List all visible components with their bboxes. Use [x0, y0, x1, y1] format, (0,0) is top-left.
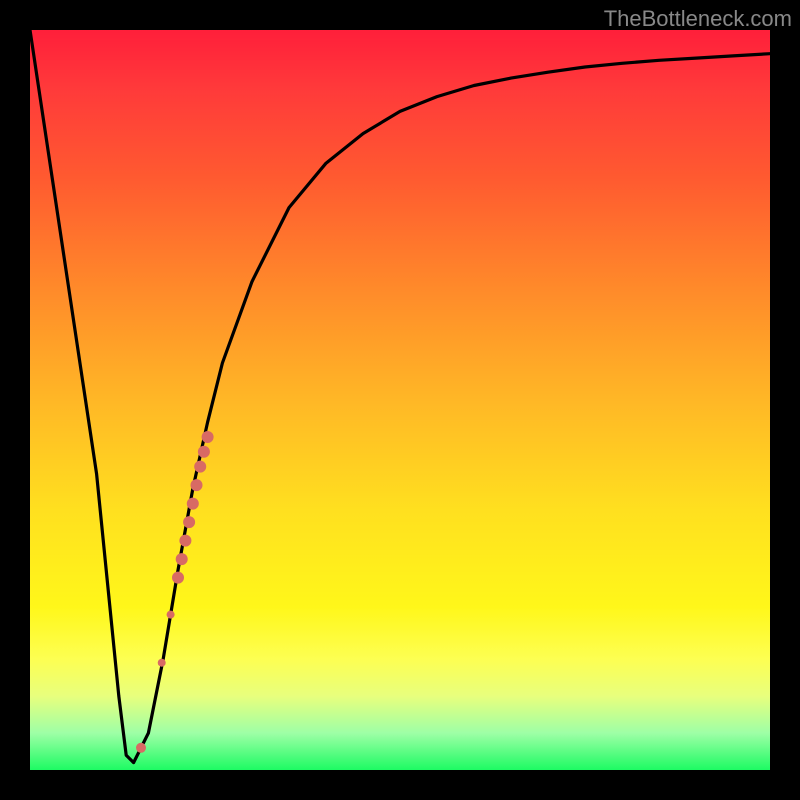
data-marker — [183, 516, 195, 528]
data-marker — [198, 446, 210, 458]
data-marker — [191, 479, 203, 491]
plot-area — [30, 30, 770, 770]
data-marker — [167, 611, 175, 619]
data-marker — [202, 431, 214, 443]
data-marker — [187, 498, 199, 510]
bottleneck-curve — [30, 30, 770, 763]
data-marker — [136, 743, 146, 753]
data-marker — [176, 553, 188, 565]
data-marker — [179, 535, 191, 547]
data-marker — [172, 572, 184, 584]
watermark-text: TheBottleneck.com — [604, 6, 792, 32]
chart-frame: TheBottleneck.com — [0, 0, 800, 800]
data-marker — [194, 461, 206, 473]
data-marker — [158, 659, 166, 667]
curve-layer — [30, 30, 770, 770]
